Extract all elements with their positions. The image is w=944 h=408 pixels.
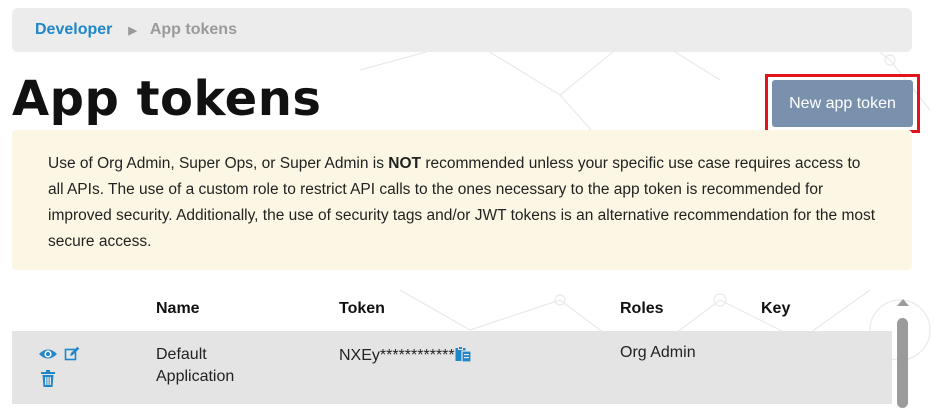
page-title: App tokens [12, 71, 322, 127]
table-header: Name Token Roles Key [12, 296, 892, 326]
table-scrollbar[interactable] [895, 296, 911, 408]
column-header-roles[interactable]: Roles [620, 300, 664, 318]
notice-emphasis: NOT [388, 155, 422, 172]
table-row: Default Application NXEy************ Org… [12, 331, 892, 404]
column-header-key[interactable]: Key [761, 300, 790, 318]
eye-icon[interactable] [38, 347, 58, 366]
breadcrumb: Developer ▶ App tokens [12, 8, 912, 52]
column-header-name[interactable]: Name [156, 300, 200, 318]
breadcrumb-current: App tokens [149, 21, 237, 38]
column-header-token[interactable]: Token [339, 300, 385, 318]
scroll-up-arrow-icon[interactable] [897, 299, 909, 306]
token-name: Default Application [156, 346, 235, 385]
edit-icon[interactable] [64, 346, 80, 367]
token-role: Org Admin [620, 344, 696, 361]
token-value: NXEy************ [339, 347, 455, 364]
new-app-token-button[interactable]: New app token [772, 80, 913, 127]
breadcrumb-developer-link[interactable]: Developer [35, 21, 112, 39]
trash-icon[interactable] [41, 370, 55, 392]
copy-icon[interactable] [455, 345, 472, 368]
breadcrumb-separator-icon: ▶ [128, 24, 137, 37]
scroll-thumb[interactable] [897, 318, 908, 408]
notice-text-prefix: Use of Org Admin, Super Ops, or Super Ad… [48, 155, 389, 172]
security-notice: Use of Org Admin, Super Ops, or Super Ad… [12, 130, 912, 270]
